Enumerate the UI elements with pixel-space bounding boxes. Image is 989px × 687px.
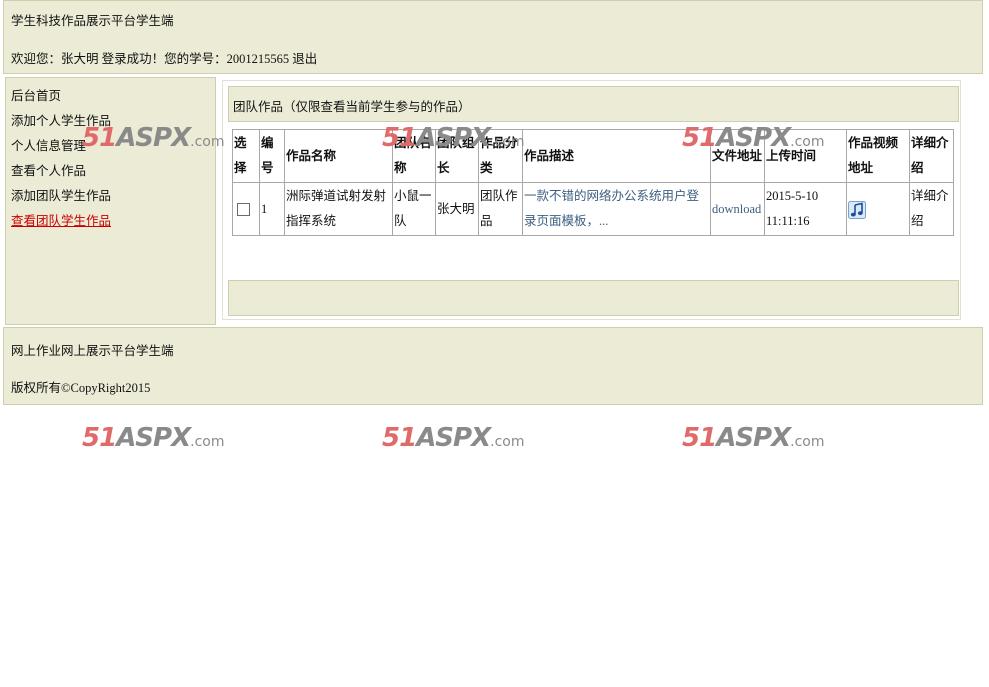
sidebar: 后台首页 添加个人学生作品 个人信息管理 查看个人作品 添加团队学生作品 查看团… [5,77,216,325]
watermark-logo: 51ASPX.com [82,423,225,453]
cell-name: 洲际弹道试射发射指挥系统 [284,182,393,236]
col-file: 文件地址 [710,129,765,183]
table-header-row: 选择 编号 作品名称 团队名称 团队组长 作品分类 作品描述 文件地址 上传时间… [232,129,954,183]
col-id: 编号 [259,129,285,183]
footer-title: 网上作业网上展示平台学生端 [11,344,174,358]
welcome-line: 欢迎您：张大明 登录成功！您的学号：2001215565 退出 [11,48,317,67]
watermark-logo: 51ASPX.com [382,423,525,453]
col-select: 选择 [232,129,260,183]
col-detail: 详细介绍 [909,129,954,183]
section-footer [228,280,959,316]
sidebar-item-view-personal-work[interactable]: 查看个人作品 [11,162,111,187]
cell-file: download [710,182,765,236]
sidebar-item-add-personal-work[interactable]: 添加个人学生作品 [11,112,111,137]
works-table: 选择 编号 作品名称 团队名称 团队组长 作品分类 作品描述 文件地址 上传时间… [232,129,954,236]
welcome-text: 欢迎您：张大明 登录成功！您的学号：2001215565 [11,52,290,66]
cell-detail[interactable]: 详细介绍 [909,182,954,236]
table-row: 1 洲际弹道试射发射指挥系统 小鼠一队 张大明 团队作品 一款不错的网络办公系统… [232,182,954,236]
cell-team: 小鼠一队 [392,182,436,236]
col-team: 团队名称 [392,129,436,183]
col-leader: 团队组长 [435,129,479,183]
sidebar-item-view-team-work[interactable]: 查看团队学生作品 [11,212,111,237]
sidebar-item-profile[interactable]: 个人信息管理 [11,137,111,162]
app-title: 学生科技作品展示平台学生端 [11,14,174,28]
page-footer: 网上作业网上展示平台学生端 版权所有©CopyRight2015 [3,327,983,405]
cell-video [846,182,910,236]
cell-leader: 张大明 [435,182,479,236]
top-header: 学生科技作品展示平台学生端 欢迎您：张大明 登录成功！您的学号：20012155… [3,0,983,74]
cell-category: 团队作品 [478,182,523,236]
sidebar-item-home[interactable]: 后台首页 [11,87,111,112]
watermark-logo: 51ASPX.com [682,423,825,453]
col-description: 作品描述 [522,129,711,183]
section-header: 团队作品（仅限查看当前学生参与的作品） [228,86,959,122]
col-category: 作品分类 [478,129,523,183]
main-content: 团队作品（仅限查看当前学生参与的作品） 选择 编号 作品名称 团队名称 团队组长… [222,80,961,320]
col-name: 作品名称 [284,129,393,183]
row-checkbox[interactable] [237,203,250,217]
sidebar-menu: 后台首页 添加个人学生作品 个人信息管理 查看个人作品 添加团队学生作品 查看团… [11,87,111,237]
col-upload-time: 上传时间 [764,129,847,183]
section-title: 团队作品（仅限查看当前学生参与的作品） [233,100,471,114]
cell-upload-time: 2015-5-10 11:11:16 [764,182,847,236]
cell-id: 1 [259,182,285,236]
download-link[interactable]: download [712,202,761,216]
cell-select [232,182,260,236]
col-video: 作品视频地址 [846,129,910,183]
cell-description: 一款不错的网络办公系统用户登录页面模板，... [522,182,711,236]
logout-link[interactable]: 退出 [292,52,317,66]
copyright-text: 版权所有©CopyRight2015 [11,381,151,395]
music-note-icon[interactable] [848,200,866,219]
sidebar-item-add-team-work[interactable]: 添加团队学生作品 [11,187,111,212]
description-link[interactable]: 一款不错的网络办公系统用户登录页面模板，... [524,189,699,228]
